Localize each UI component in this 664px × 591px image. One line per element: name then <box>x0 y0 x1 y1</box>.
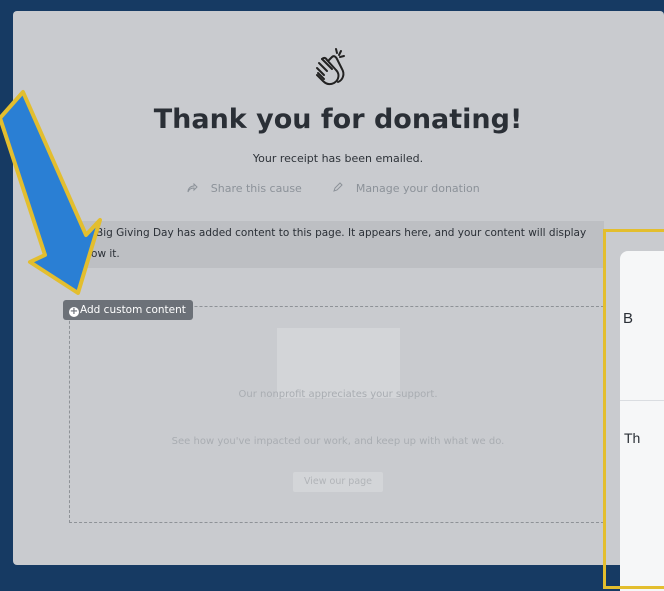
pointer-arrow-icon <box>0 90 102 295</box>
